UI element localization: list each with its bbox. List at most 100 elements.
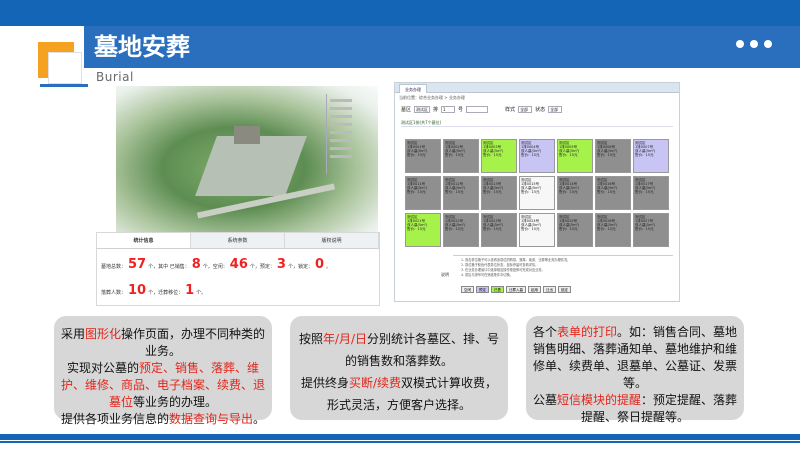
highlight-text: 数据查询与导出 [168, 412, 253, 426]
stat-label: 迁葬移位： [158, 290, 184, 296]
box-paragraph: 提供各项业务信息的数据查询与导出。 [60, 411, 266, 428]
grave-cell-line: 售价：15元 [597, 153, 616, 157]
grave-cell[interactable]: 测试区 1排0015号 双人墓(5m²) 售价：15元 [519, 176, 555, 210]
feature-box-graphical: 采用图形化操作页面，办理不同种类的业务。 实现对公墓的预定、销售、落葬、维护、维修… [54, 316, 272, 426]
grave-cell[interactable]: 测试区 1排0007号 双人墓(5m²) 售价：15元 [633, 139, 669, 173]
grave-cell[interactable]: 测试区 1排0006号 双人墓(5m²) 售价：15元 [595, 139, 631, 173]
stat-unit: 。 [326, 264, 332, 270]
grave-cell-line: 售价：15元 [445, 227, 464, 231]
legend-button[interactable]: 已售 [491, 286, 504, 293]
legend-button[interactable]: 迁葬入墓 [506, 286, 526, 293]
grave-cell[interactable]: 测试区 1排0014号 双人墓(5m²) 售价：15元 [557, 176, 593, 210]
grave-cell[interactable]: 测试区 1排0005号 双人墓(5m²) 售价：15元 [557, 139, 593, 173]
legend-block: 说明 1. 双击墓位格子可以查看该墓位的购墓、落葬、续费、迁葬等业务办理情况。 2… [441, 255, 673, 299]
stats-tab[interactable]: 系统参数 [191, 233, 285, 248]
legend-button[interactable]: 预定 [476, 286, 489, 293]
number-input[interactable] [466, 105, 489, 113]
stat-value: 46 [229, 257, 248, 272]
body-text: 按照 [298, 332, 323, 346]
top-band [0, 0, 800, 26]
highlight-text: 短信模块的提醒 [556, 393, 641, 407]
grave-cell-line: 售价：15元 [635, 190, 654, 194]
grave-cell-line: 售价：15元 [407, 227, 426, 231]
grave-cell[interactable]: 测试区 1排0003号 双人墓(5m²) 售价：15元 [481, 139, 517, 173]
stat-value: 57 [128, 257, 147, 272]
grave-cell[interactable]: 测试区 1排0013号 双人墓(5m²) 售价：15元 [481, 176, 517, 210]
grave-grid: 测试区 1排0001号 双人墓(5m²) 售价：15元 测试区 1排0002号 双人墓(5m… [405, 139, 669, 247]
style-select[interactable]: 全部 [518, 105, 533, 113]
grave-cell-line: 售价：15元 [635, 153, 654, 157]
legend-button[interactable]: 迁出 [543, 286, 556, 293]
grave-cell-line: 售价：15元 [559, 190, 578, 194]
grave-cell-line: 售价：15元 [521, 153, 540, 157]
logo-underline [40, 84, 88, 87]
grave-cell-line: 售价：15元 [521, 190, 540, 194]
bottom-line [0, 441, 800, 443]
grave-cell[interactable]: 测试区 1排0026号 双人墓(5m²) 售价：15元 [595, 213, 631, 247]
grave-cell[interactable]: 测试区 1排0016号 双人墓(5m²) 售价：15元 [595, 176, 631, 210]
body-text: 各个 [532, 325, 557, 339]
software-window: 业务办理 当前位置：综合业务办理 > 业务办理 墓区 测试区 排 1 号 样式 … [394, 82, 680, 302]
title-bar [84, 26, 800, 68]
grave-cell-line: 售价：15元 [521, 227, 540, 231]
stat-value: 0 [315, 257, 325, 272]
body-text: 公墓 [532, 393, 557, 407]
row-label: 排 [433, 106, 439, 113]
grave-cell[interactable]: 测试区 1排0023号 双人墓(5m²) 售价：15元 [481, 213, 517, 247]
zone-select[interactable]: 测试区 [414, 105, 431, 113]
filter-bar: 墓区 测试区 排 1 号 样式 全部 状态 全部 [395, 103, 679, 115]
page-title: 墓地安葬 [94, 33, 190, 61]
more-dots-icon [736, 40, 772, 48]
logo-white-square [48, 52, 82, 84]
stat-unit: 个， [202, 264, 213, 270]
stats-tab[interactable]: 版权说明 [285, 233, 379, 248]
grave-cell[interactable]: 测试区 1排0027号 双人墓(5m²) 售价：15元 [633, 213, 669, 247]
stats-row-graves: 墓地总数： 57 个， 其中 已销售： 8 个， 空闲： 46 个， 预定： 3 个， 锁定： 0。 [101, 257, 331, 272]
stat-label: 预定： [259, 264, 275, 270]
grave-cell-line: 售价：15元 [445, 190, 464, 194]
grave-cell[interactable]: 测试区 1排0011号 双人墓(5m²) 售价：15元 [405, 176, 441, 210]
grave-cell[interactable]: 测试区 1排0022号 双人墓(5m²) 售价：15元 [443, 213, 479, 247]
body-text: 采用 [60, 327, 85, 341]
grave-cell[interactable]: 测试区 1排0024号 双人墓(5m²) 售价：15元 [519, 213, 555, 247]
status-select[interactable]: 全部 [548, 105, 563, 113]
grave-cell[interactable]: 测试区 1排0012号 双人墓(5m²) 售价：15元 [443, 176, 479, 210]
legend-button[interactable]: 空闲 [461, 286, 474, 293]
page-subtitle: Burial [96, 70, 134, 84]
grave-cell[interactable]: 测试区 1排0017号 双人墓(5m²) 售价：15元 [633, 176, 669, 210]
box-paragraph: 提供终身买断/续费双模式计算收费，形式灵活，方便客户选择。 [296, 372, 502, 416]
grave-cell-line: 售价：15元 [445, 153, 464, 157]
body-text: 操作页面，办理不同种类的业务。 [121, 327, 266, 358]
feature-box-statistics: 按照年/月/日分别统计各墓区、排、号的销售数和落葬数。 提供终身买断/续费双模式计… [290, 316, 508, 420]
window-tabbar [395, 83, 679, 93]
stats-panel: 统计信息 系统参数 版权说明 墓地总数： 57 个， 其中 已销售： 8 个， 空闲： 46 个，预… [96, 232, 380, 306]
grave-cell[interactable]: 测试区 1排0025号 双人墓(5m²) 售价：15元 [557, 213, 593, 247]
stat-value: 3 [276, 257, 286, 272]
stats-tab[interactable]: 统计信息 [97, 233, 191, 248]
body-text: 。 [253, 412, 266, 426]
grave-cell[interactable]: 测试区 1排0004号 双人墓(5m²) 售价：15元 [519, 139, 555, 173]
cemetery-aerial-photo [116, 86, 378, 236]
stat-label: 空闲： [212, 264, 228, 270]
legend-button[interactable]: 起用 [528, 286, 541, 293]
zone-label: 墓区 [401, 106, 412, 113]
highlight-text: 表单的打印 [556, 325, 617, 339]
stats-row-burials: 落葬人数： 10 个， 迁葬移位： 1 个。 [101, 283, 206, 298]
stat-label: 落葬人数： [101, 290, 127, 296]
grave-cell[interactable]: 测试区 1排0002号 双人墓(5m²) 售价：15元 [443, 139, 479, 173]
stat-unit: 个。 [196, 290, 207, 296]
highlight-text: 年/月/日 [322, 332, 368, 346]
body-text: 等业务的办理。 [133, 395, 218, 409]
stat-unit: 个， [249, 264, 260, 270]
tab-business[interactable]: 业务办理 [399, 84, 427, 93]
row-select[interactable]: 1 [441, 105, 456, 113]
stat-label: 锁定： [297, 264, 313, 270]
note-line: 4. 墓区与排号可在筛选条件中切换。 [461, 273, 513, 277]
stat-unit: 个， [148, 290, 159, 296]
stats-tabs: 统计信息 系统参数 版权说明 [97, 233, 379, 249]
grave-cell[interactable]: 测试区 1排0021号 双人墓(5m²) 售价：15元 [405, 213, 441, 247]
zone-header: 测试区1排(共7个墓位) [401, 119, 673, 127]
grave-cell-line: 售价：15元 [597, 190, 616, 194]
grave-cell[interactable]: 测试区 1排0001号 双人墓(5m²) 售价：15元 [405, 139, 441, 173]
legend-button[interactable]: 锁定 [558, 286, 571, 293]
